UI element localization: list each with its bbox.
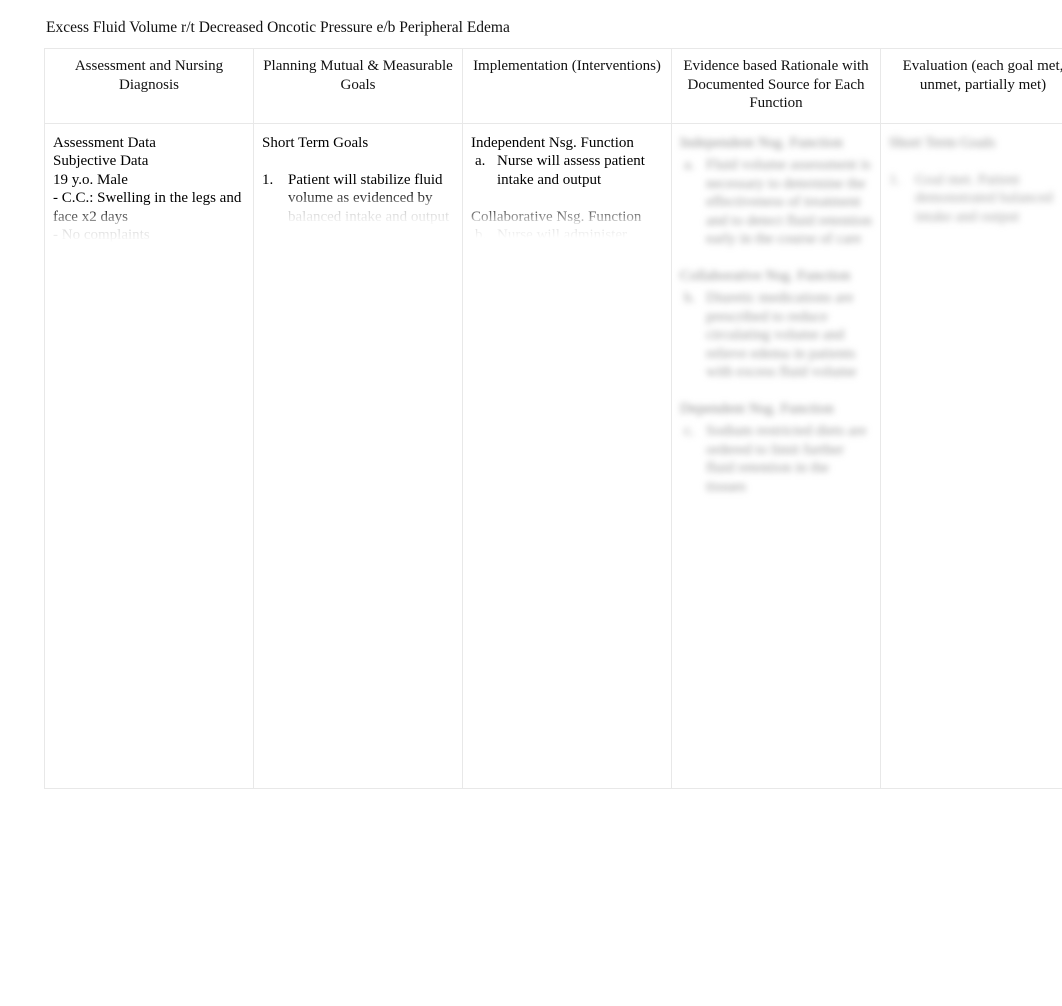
implementation-heading-collaborative: Collaborative Nsg. Function — [471, 208, 642, 225]
implementation-item-b-text: Nurse will administer — [497, 227, 627, 238]
rationale-group-collaborative: Collaborative Nsg. Function b. Diuretic … — [680, 267, 872, 382]
cell-evaluation: Short Term Goals 1. Goal met. Patient de… — [880, 122, 1062, 789]
column-header-planning: Planning Mutual & Measurable Goals — [253, 48, 463, 124]
cell-rationale: Independent Nsg. Function a. Fluid volum… — [671, 122, 881, 789]
cell-planning: Short Term Goals 1. Patient will stabili… — [253, 122, 463, 789]
rationale-group-independent: Independent Nsg. Function a. Fluid volum… — [680, 134, 872, 249]
page-title: Excess Fluid Volume r/t Decreased Oncoti… — [46, 19, 510, 36]
evaluation-heading-short-term-goals: Short Term Goals — [889, 134, 996, 151]
implementation-item-b: b. Nurse will administer — [471, 226, 663, 238]
column-header-implementation: Implementation (Interventions) — [462, 48, 672, 124]
rationale-item-c: c. Sodium restricted diets are ordered t… — [680, 422, 872, 496]
implementation-content: Independent Nsg. Function a. Nurse will … — [471, 134, 663, 238]
evaluation-item-1-text: Goal met. Patient demonstrated balanced … — [915, 171, 1057, 225]
care-plan-table: Assessment and Nursing Diagnosis Plannin… — [44, 48, 1062, 789]
implementation-heading-independent: Independent Nsg. Function — [471, 134, 634, 151]
page-lower-blank-area — [44, 800, 1020, 1000]
rationale-group-dependent: Dependent Nsg. Function c. Sodium restri… — [680, 400, 872, 497]
assessment-content: Assessment Data Subjective Data 19 y.o. … — [53, 134, 245, 242]
table-header-row: Assessment and Nursing Diagnosis Plannin… — [44, 48, 1062, 124]
implementation-item-a-text: Nurse will assess patient intake and out… — [497, 153, 649, 188]
evaluation-item-1: 1. Goal met. Patient demonstrated balanc… — [889, 171, 1062, 227]
evaluation-item-1-marker: 1. — [889, 171, 901, 188]
rationale-item-a-marker: a. — [684, 157, 695, 173]
implementation-spacer — [471, 189, 663, 208]
table-row: Assessment Data Subjective Data 19 y.o. … — [44, 122, 1062, 789]
rationale-item-b-text: Diuretic medications are prescribed to r… — [706, 290, 860, 380]
implementation-item-a: a. Nurse will assess patient intake and … — [471, 152, 663, 189]
cell-implementation: Independent Nsg. Function a. Nurse will … — [462, 122, 672, 789]
document-page: Excess Fluid Volume r/t Decreased Oncoti… — [0, 0, 1062, 1006]
planning-goal-marker: 1. — [262, 171, 274, 188]
column-header-evaluation: Evaluation (each goal met, unmet, partia… — [880, 48, 1062, 124]
rationale-item-a: a. Fluid volume assessment is necessary … — [680, 156, 872, 249]
rationale-item-c-text: Sodium restricted diets are ordered to l… — [706, 423, 871, 495]
rationale-heading-independent: Independent Nsg. Function — [680, 134, 843, 151]
assessment-line-no-complaints: - No complaints — [53, 227, 150, 242]
rationale-heading-dependent: Dependent Nsg. Function — [680, 400, 834, 417]
rationale-item-b-marker: b. — [684, 290, 696, 306]
planning-goal-item: 1. Patient will stabilize fluid volume a… — [262, 171, 454, 227]
rationale-item-c-marker: c. — [684, 423, 695, 439]
planning-content: Short Term Goals 1. Patient will stabili… — [262, 134, 454, 227]
rationale-content: Independent Nsg. Function a. Fluid volum… — [680, 134, 872, 497]
implementation-item-b-marker: b. — [475, 227, 487, 238]
table-body: Assessment Data Subjective Data 19 y.o. … — [44, 122, 1062, 789]
assessment-line-chief-complaint: - C.C.: Swelling in the legs and face x2… — [53, 190, 245, 225]
evaluation-content: Short Term Goals 1. Goal met. Patient de… — [889, 134, 1062, 227]
rationale-item-a-text: Fluid volume assessment is necessary to … — [706, 157, 876, 247]
planning-heading-short-term-goals: Short Term Goals — [262, 134, 369, 151]
planning-goal-text: Patient will stabilize fluid volume as e… — [288, 171, 450, 225]
rationale-heading-collaborative: Collaborative Nsg. Function — [680, 267, 851, 284]
cell-assessment: Assessment Data Subjective Data 19 y.o. … — [44, 122, 254, 789]
rationale-item-b: b. Diuretic medications are prescribed t… — [680, 289, 872, 382]
assessment-heading-data: Assessment Data — [53, 134, 156, 151]
column-header-assessment: Assessment and Nursing Diagnosis — [44, 48, 254, 124]
assessment-line-age-sex: 19 y.o. Male — [53, 171, 128, 188]
implementation-item-a-marker: a. — [475, 153, 486, 169]
column-header-rationale: Evidence based Rationale with Documented… — [671, 48, 881, 124]
assessment-heading-subjective: Subjective Data — [53, 153, 149, 169]
